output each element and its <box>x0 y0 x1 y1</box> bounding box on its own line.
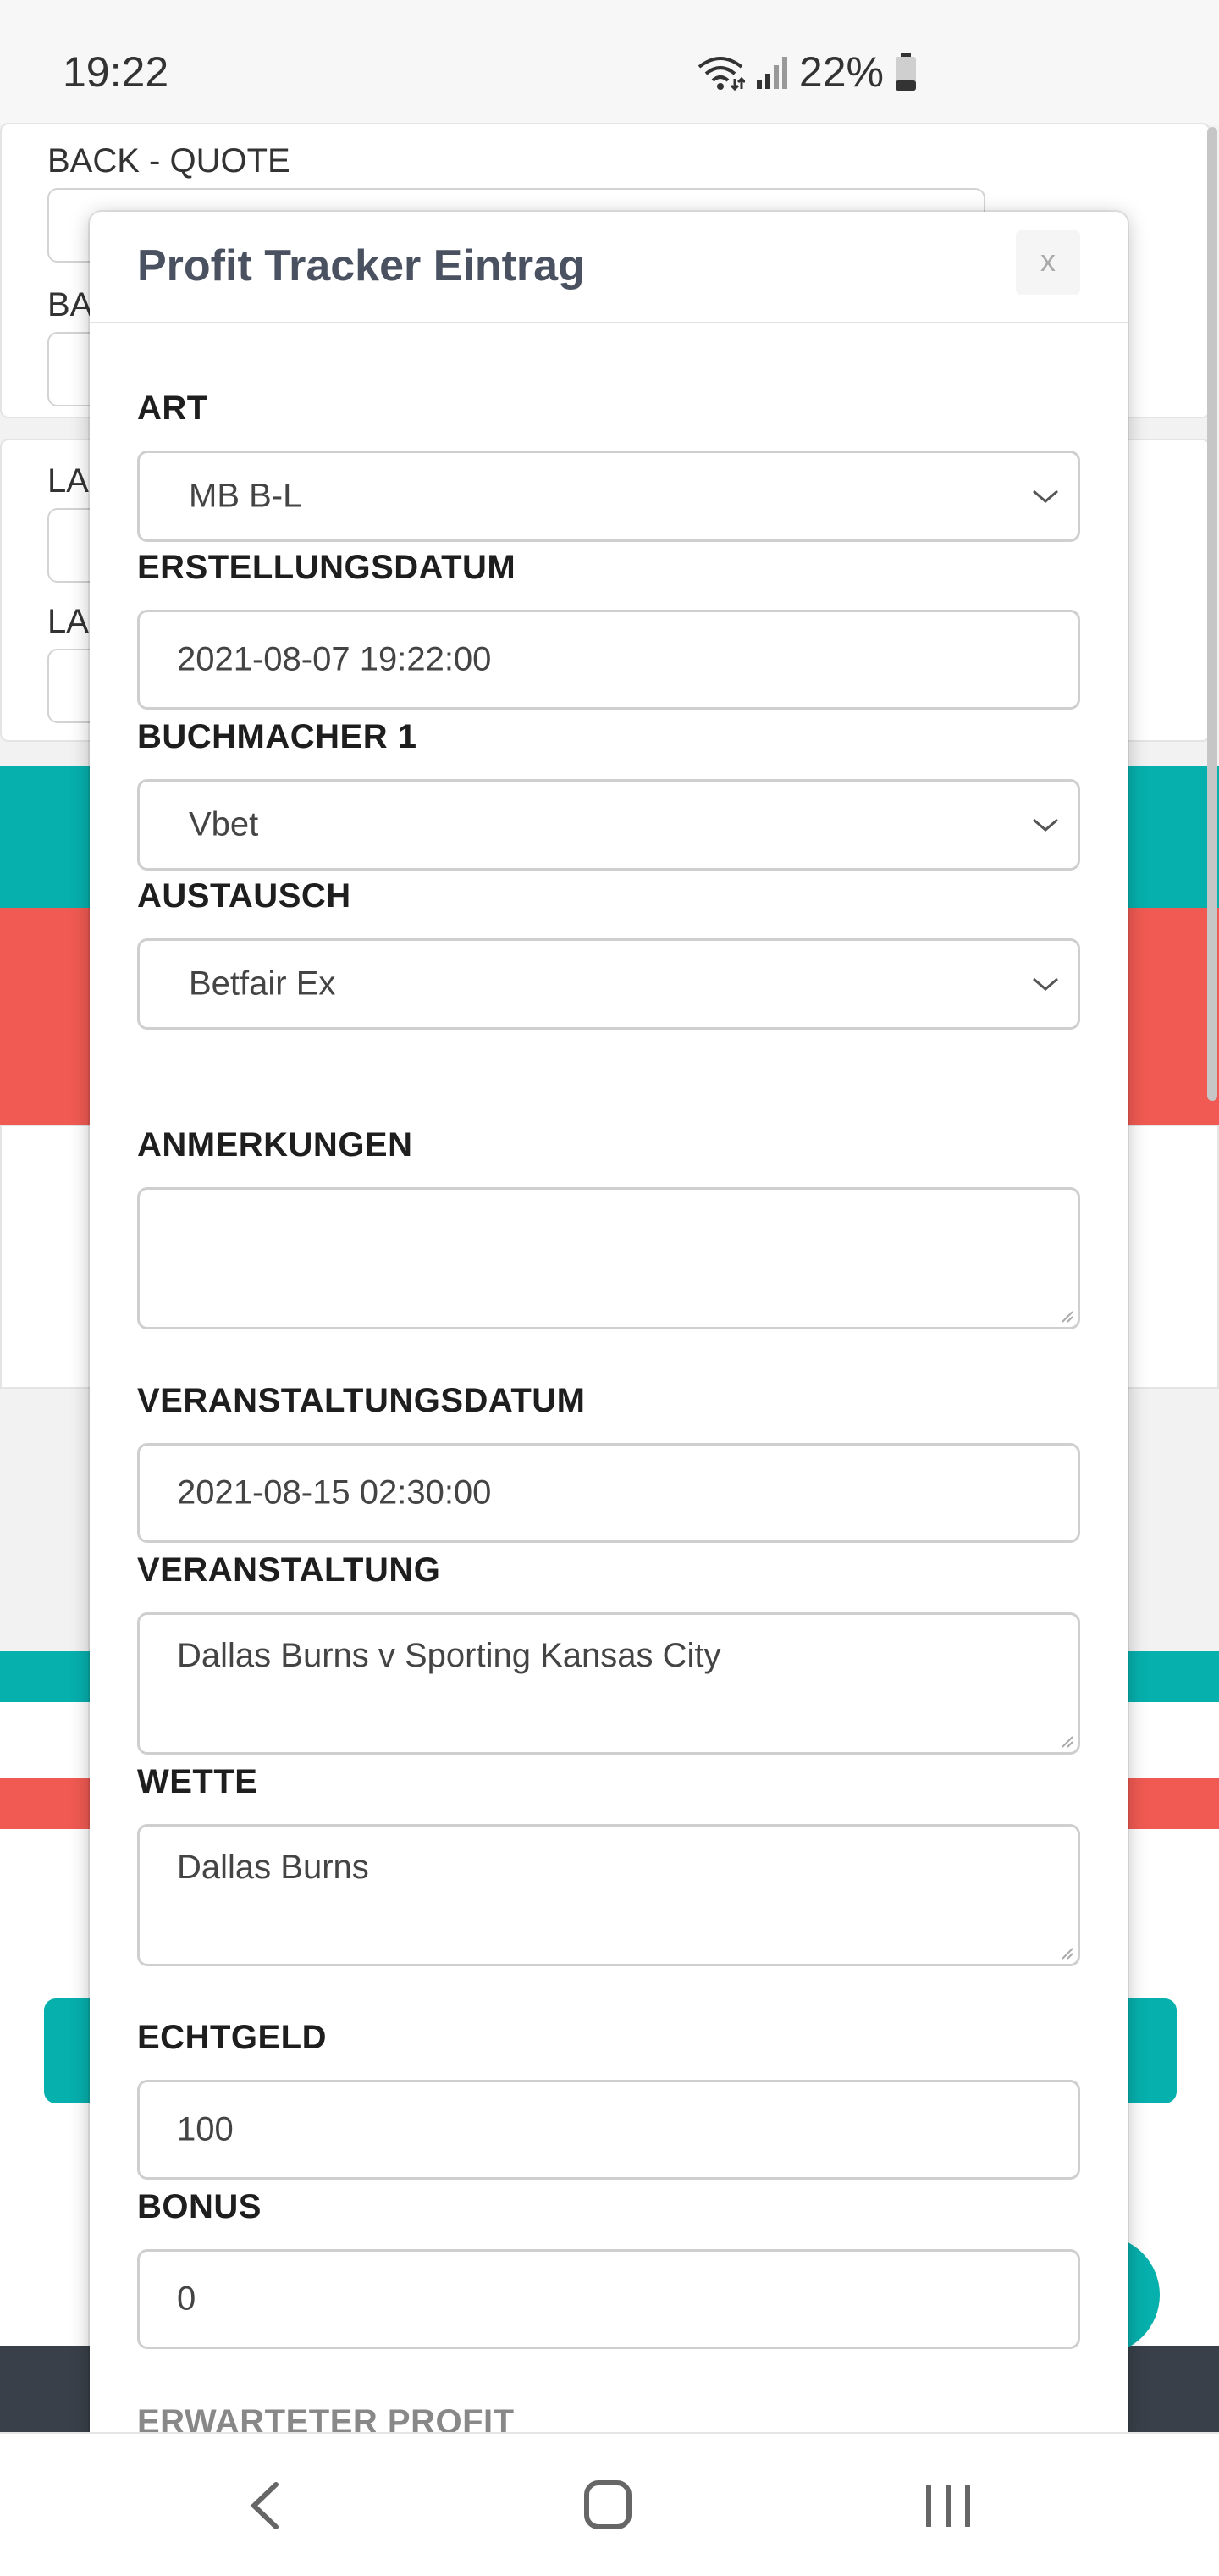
veranstaltung-label: VERANSTALTUNG <box>137 1551 441 1589</box>
wette-value: Dallas Burns <box>177 1849 369 1886</box>
bonus-input[interactable]: 0 <box>137 2249 1080 2349</box>
art-select-value: MB B-L <box>189 477 302 515</box>
bonus-value: 0 <box>177 2280 196 2318</box>
resize-handle-icon[interactable] <box>1059 1733 1074 1749</box>
background-label-la-1: LA <box>47 462 89 500</box>
veranstaltungsdatum-label: VERANSTALTUNGSDATUM <box>137 1382 586 1419</box>
battery-icon <box>896 53 916 91</box>
austausch-select-value: Betfair Ex <box>189 965 336 1003</box>
back-quote-label: BACK - QUOTE <box>47 142 290 180</box>
echtgeld-input[interactable]: 100 <box>137 2080 1080 2180</box>
echtgeld-value: 100 <box>177 2110 234 2148</box>
chevron-down-icon <box>1033 489 1058 503</box>
background-label-la-2: LA <box>47 603 89 640</box>
chevron-down-icon <box>1033 977 1058 991</box>
anmerkungen-label: ANMERKUNGEN <box>137 1126 413 1164</box>
profit-tracker-modal: Profit Tracker Eintrag x ART MB B-L ERST… <box>90 212 1128 2447</box>
recents-icon[interactable] <box>897 2459 999 2552</box>
system-navigation-bar <box>0 2432 1219 2576</box>
erstellungsdatum-input[interactable]: 2021-08-07 19:22:00 <box>137 610 1080 710</box>
chevron-down-icon <box>1033 818 1058 832</box>
resize-handle-icon[interactable] <box>1059 1308 1074 1324</box>
status-time: 19:22 <box>63 48 169 96</box>
austausch-select[interactable]: Betfair Ex <box>137 938 1080 1030</box>
background-label-ba: BA <box>47 286 93 323</box>
wifi-icon <box>698 57 745 91</box>
battery-percent: 22% <box>798 48 884 96</box>
wette-textarea[interactable]: Dallas Burns <box>137 1824 1080 1966</box>
status-bar: 19:22 22% <box>0 0 1219 127</box>
erstellungsdatum-value: 2021-08-07 19:22:00 <box>177 640 492 678</box>
buchmacher1-select-value: Vbet <box>189 805 259 843</box>
wette-label: WETTE <box>137 1763 258 1800</box>
veranstaltung-value: Dallas Burns v Sporting Kansas City <box>177 1637 721 1674</box>
back-icon[interactable] <box>217 2459 318 2552</box>
art-select[interactable]: MB B-L <box>137 451 1080 542</box>
modal-header: Profit Tracker Eintrag x <box>90 212 1128 323</box>
bonus-label: BONUS <box>137 2188 262 2225</box>
status-icons: 22% <box>696 47 918 97</box>
echtgeld-label: ECHTGELD <box>137 2019 327 2056</box>
veranstaltungsdatum-value: 2021-08-15 02:30:00 <box>177 1473 492 1512</box>
modal-title: Profit Tracker Eintrag <box>137 241 585 290</box>
close-button[interactable]: x <box>1016 230 1080 295</box>
veranstaltungsdatum-input[interactable]: 2021-08-15 02:30:00 <box>137 1443 1080 1543</box>
buchmacher1-label: BUCHMACHER 1 <box>137 718 417 755</box>
anmerkungen-textarea[interactable] <box>137 1187 1080 1329</box>
austausch-label: AUSTAUSCH <box>137 877 351 915</box>
buchmacher1-select[interactable]: Vbet <box>137 779 1080 871</box>
signal-icon <box>756 57 787 89</box>
home-icon[interactable] <box>557 2459 659 2552</box>
scrollbar[interactable] <box>1207 127 1217 1101</box>
art-label: ART <box>137 390 208 427</box>
veranstaltung-textarea[interactable]: Dallas Burns v Sporting Kansas City <box>137 1612 1080 1755</box>
erstellungsdatum-label: ERSTELLUNGSDATUM <box>137 549 516 586</box>
resize-handle-icon[interactable] <box>1059 1945 1074 1960</box>
